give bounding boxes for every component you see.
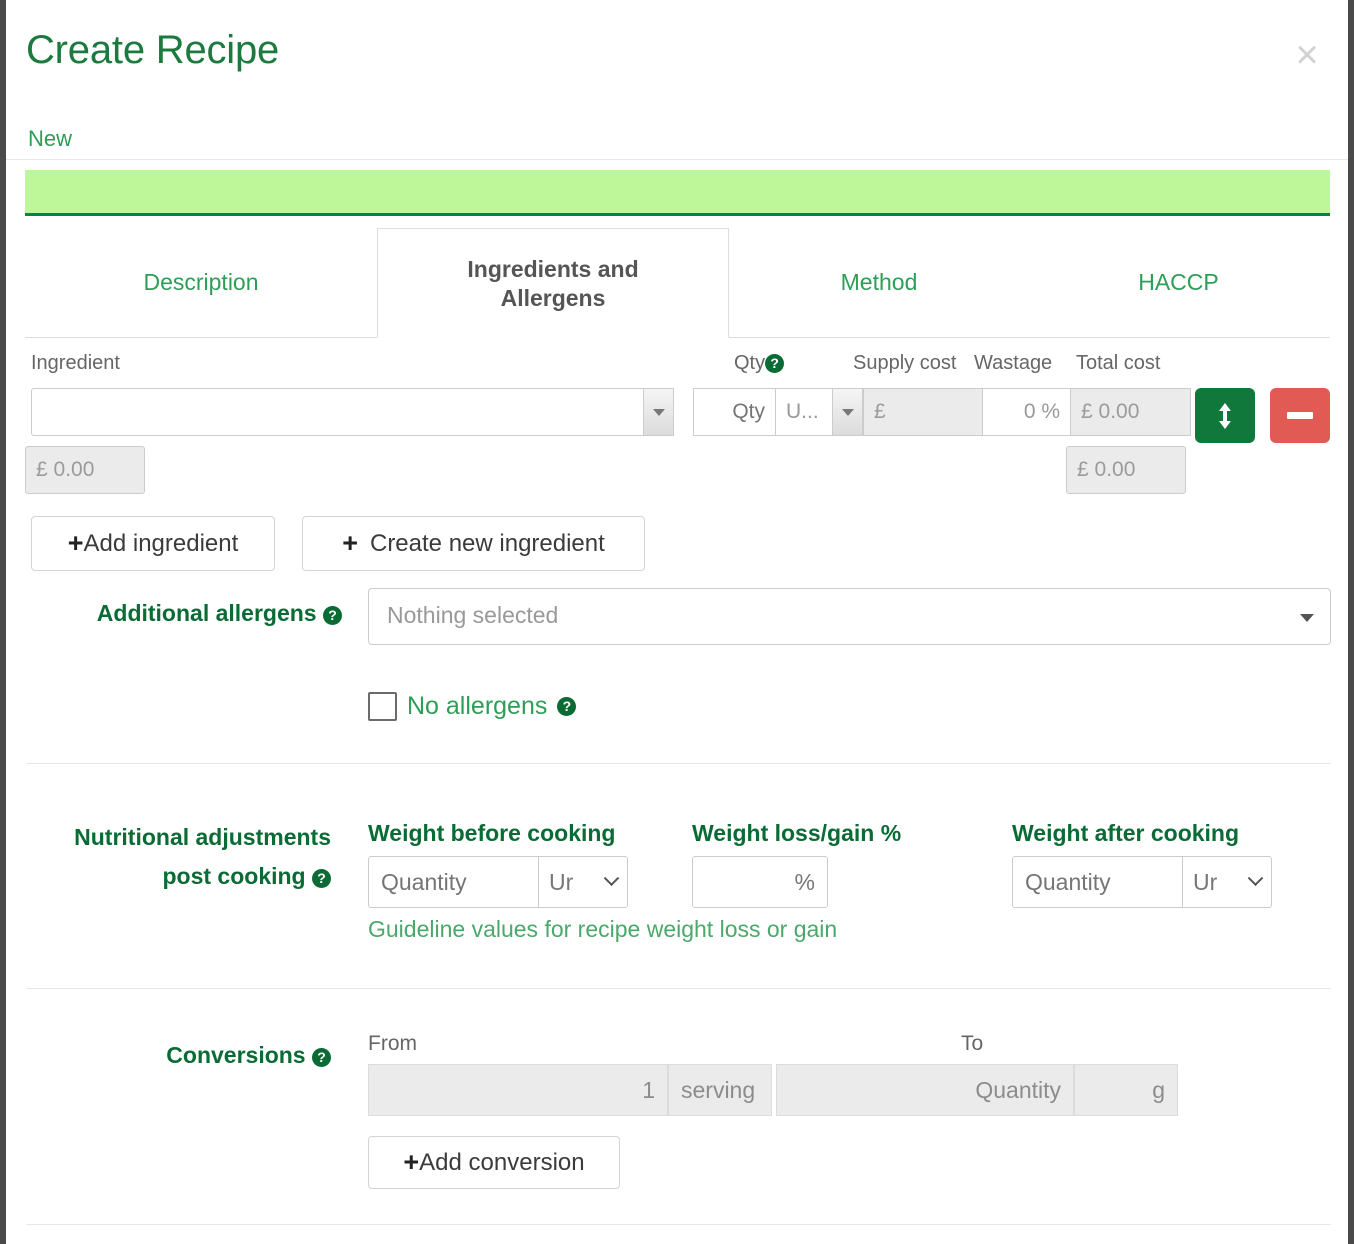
chevron-down-icon	[652, 408, 665, 416]
tab-description[interactable]: Description	[25, 228, 377, 337]
weight-after-cooking-group: Ur	[1012, 856, 1272, 908]
help-icon-conversions[interactable]: ?	[312, 1048, 331, 1067]
remove-ingredient-button[interactable]	[1270, 388, 1330, 443]
weight-loss-gain-input[interactable]	[692, 856, 828, 908]
section-divider	[26, 1224, 1331, 1225]
ingredient-row	[25, 388, 1335, 443]
subtotal-supply-cost[interactable]	[25, 446, 145, 494]
help-icon-no-allergens[interactable]: ?	[557, 697, 577, 716]
conversion-to-quantity[interactable]: Quantity	[776, 1064, 1074, 1116]
additional-allergens-label: Additional allergens ?	[6, 600, 342, 627]
success-alert-banner	[25, 170, 1330, 216]
wastage-input[interactable]	[983, 388, 1071, 436]
conversion-from-quantity[interactable]: 1	[368, 1064, 668, 1116]
quantity-group	[693, 388, 863, 436]
plus-icon: +	[342, 528, 358, 558]
screenshot-root: Create Recipe New × Description Ingredie…	[0, 0, 1354, 1244]
no-allergens-label: No allergens	[407, 692, 548, 720]
conversions-from-header: From	[368, 1032, 417, 1055]
weight-before-unit-value: Ur	[549, 868, 574, 895]
chevron-down-icon	[1300, 614, 1314, 622]
column-header-qty-label: Qty	[734, 352, 766, 374]
weight-after-cooking-label: Weight after cooking	[1012, 820, 1240, 846]
additional-allergens-value: Nothing selected	[387, 602, 559, 628]
no-allergens-checkbox[interactable]	[368, 692, 397, 721]
create-recipe-modal: Create Recipe New × Description Ingredie…	[6, 0, 1348, 1244]
column-header-supply-cost: Supply cost	[853, 352, 957, 374]
add-conversion-button[interactable]: + Add conversion	[368, 1136, 620, 1189]
column-header-total-cost: Total cost	[1076, 352, 1161, 374]
conversions-label: Conversions ?	[6, 1042, 331, 1069]
tab-ingredients-and-allergens[interactable]: Ingredients and Allergens	[377, 228, 729, 338]
section-divider	[26, 763, 1331, 764]
recipe-tabs: Description Ingredients and Allergens Me…	[25, 228, 1330, 338]
supply-cost-input[interactable]	[863, 388, 983, 436]
conversions-text: Conversions	[166, 1042, 306, 1068]
page-title: Create Recipe	[26, 28, 280, 72]
tab-haccp[interactable]: HACCP	[1029, 228, 1328, 337]
add-ingredient-button[interactable]: + Add ingredient	[31, 516, 275, 571]
close-icon[interactable]: ×	[1286, 32, 1328, 78]
cost-group	[863, 388, 1191, 436]
weight-loss-gain-label: Weight loss/gain %	[692, 820, 902, 846]
weight-before-cooking-group: Ur	[368, 856, 628, 908]
plus-icon: +	[403, 1147, 420, 1177]
nutritional-adjustments-line2: post cooking	[162, 863, 306, 890]
minus-icon	[1287, 412, 1313, 419]
guideline-text: Guideline values for recipe weight loss …	[368, 916, 838, 942]
quantity-input[interactable]	[693, 388, 775, 436]
weight-after-unit-select[interactable]: Ur	[1182, 856, 1272, 908]
weight-after-quantity-input[interactable]	[1012, 856, 1182, 908]
conversions-to-header: To	[961, 1032, 984, 1055]
plus-icon: +	[67, 528, 84, 558]
column-header-qty: Qty?	[734, 352, 785, 375]
no-allergens-row: No allergens ?	[368, 692, 577, 721]
ingredient-name-group	[31, 388, 674, 436]
tab-label-line2: Allergens	[500, 284, 606, 311]
move-ingredient-button[interactable]	[1195, 388, 1255, 443]
column-header-wastage: Wastage	[974, 352, 1053, 374]
help-icon-allergens[interactable]: ?	[323, 606, 342, 625]
nutritional-adjustments-label: Nutritional adjustments post cooking ?	[6, 818, 331, 896]
modal-header: Create Recipe New ×	[6, 0, 1348, 160]
add-conversion-label: Add conversion	[419, 1148, 585, 1176]
move-vertical-icon	[1219, 402, 1231, 429]
ingredient-name-input[interactable]	[31, 388, 644, 436]
conversion-to-unit[interactable]: g	[1074, 1064, 1178, 1116]
column-header-ingredient: Ingredient	[31, 352, 120, 374]
chevron-down-icon	[841, 408, 854, 416]
ingredient-dropdown-toggle[interactable]	[644, 388, 674, 436]
additional-allergens-text: Additional allergens	[96, 600, 317, 626]
create-new-ingredient-button[interactable]: + Create new ingredient	[302, 516, 645, 571]
subtotal-total-cost[interactable]	[1066, 446, 1186, 494]
ingredient-actions: + Add ingredient + Create new ingredient	[31, 516, 645, 571]
ingredients-table-header: Ingredient Qty? Supply cost Wastage Tota…	[25, 352, 1335, 382]
ingredients-section: Ingredient Qty? Supply cost Wastage Tota…	[25, 352, 1335, 494]
help-icon-nutrition[interactable]: ?	[312, 869, 331, 889]
add-ingredient-label: Add ingredient	[83, 529, 239, 557]
weight-after-unit-value: Ur	[1193, 868, 1218, 895]
weight-before-cooking-label: Weight before cooking	[368, 820, 616, 846]
nutritional-adjustments-line1: Nutritional adjustments	[74, 824, 331, 850]
tab-method[interactable]: Method	[729, 228, 1029, 337]
conversion-row: 1 serving Quantity g	[368, 1064, 1178, 1116]
unit-dropdown-toggle[interactable]	[833, 388, 863, 436]
window-right-edge	[1348, 0, 1354, 1244]
section-divider	[26, 988, 1331, 989]
chevron-down-icon	[1247, 869, 1264, 886]
weight-before-quantity-input[interactable]	[368, 856, 538, 908]
recipe-status-subtitle: New	[28, 126, 73, 151]
tab-label-line1: Ingredients and	[467, 256, 639, 282]
weight-before-unit-select[interactable]: Ur	[538, 856, 628, 908]
unit-input[interactable]	[775, 388, 833, 436]
additional-allergens-select[interactable]: Nothing selected	[368, 588, 1331, 645]
nutritional-adjustments-line2-wrap: post cooking ?	[6, 857, 331, 896]
ingredient-subtotals-row	[25, 446, 1335, 494]
create-new-ingredient-label: Create new ingredient	[369, 529, 605, 557]
conversion-from-unit[interactable]: serving	[668, 1064, 772, 1116]
total-cost-input[interactable]	[1071, 388, 1191, 436]
help-icon-qty[interactable]: ?	[765, 354, 785, 373]
chevron-down-icon	[603, 869, 620, 886]
